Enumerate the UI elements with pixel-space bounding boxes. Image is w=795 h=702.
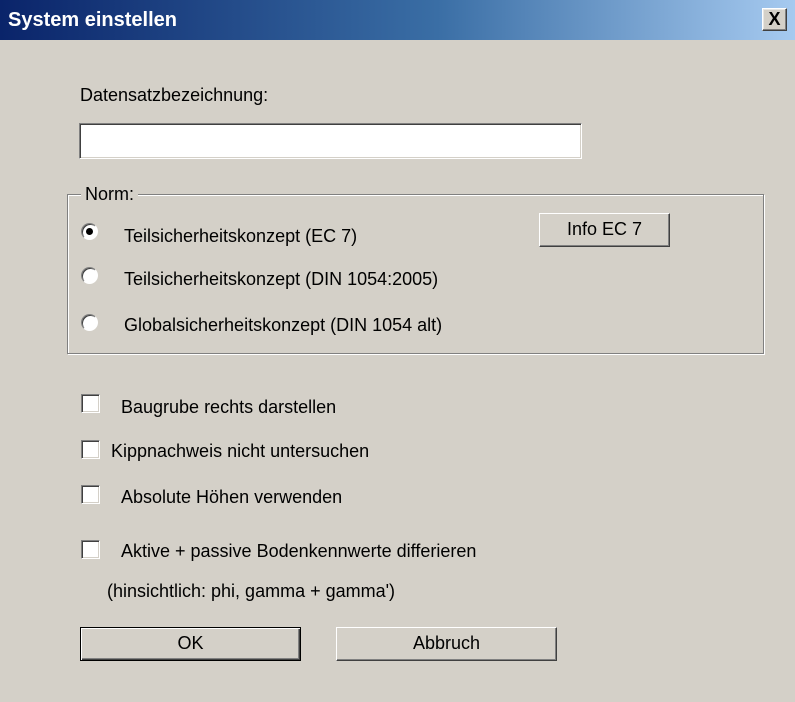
checkbox-kippnachweis[interactable] (81, 440, 100, 459)
radio-din-2005[interactable] (81, 267, 98, 284)
checkbox-absolute-heights[interactable] (81, 485, 100, 504)
dataset-label: Datensatzbezeichnung: (80, 85, 269, 105)
radio-din-alt[interactable] (81, 314, 98, 331)
close-button[interactable]: X (762, 8, 787, 31)
checkbox-baugrube[interactable] (81, 394, 100, 413)
title-bar[interactable]: System einstellen X (0, 0, 795, 40)
radio-ec7[interactable] (81, 223, 98, 240)
norm-legend: Norm: (81, 183, 138, 205)
ok-button[interactable]: OK (80, 627, 301, 661)
checkbox-soil-values[interactable] (81, 540, 100, 559)
radio-selected-dot (86, 228, 93, 235)
system-settings-dialog: System einstellen X Datensatzbezeichnung… (0, 0, 795, 702)
checkbox-kippnachweis-label[interactable]: Kippnachweis nicht untersuchen (111, 440, 369, 462)
checkbox-absolute-heights-label[interactable]: Absolute Höhen verwenden (121, 486, 342, 508)
dataset-name-input[interactable] (79, 123, 582, 159)
soil-values-note: (hinsichtlich: phi, gamma + gamma') (107, 581, 396, 601)
info-ec7-button[interactable]: Info EC 7 (539, 213, 670, 247)
close-icon: X (768, 9, 781, 29)
checkbox-soil-values-label[interactable]: Aktive + passive Bodenkennwerte differie… (121, 540, 476, 562)
radio-din-2005-label[interactable]: Teilsicherheitskonzept (DIN 1054:2005) (124, 268, 438, 290)
radio-ec7-label[interactable]: Teilsicherheitskonzept (EC 7) (124, 225, 357, 247)
window-title: System einstellen (8, 9, 177, 31)
checkbox-baugrube-label[interactable]: Baugrube rechts darstellen (121, 396, 336, 418)
cancel-button[interactable]: Abbruch (336, 627, 557, 661)
radio-din-alt-label[interactable]: Globalsicherheitskonzept (DIN 1054 alt) (124, 314, 442, 336)
